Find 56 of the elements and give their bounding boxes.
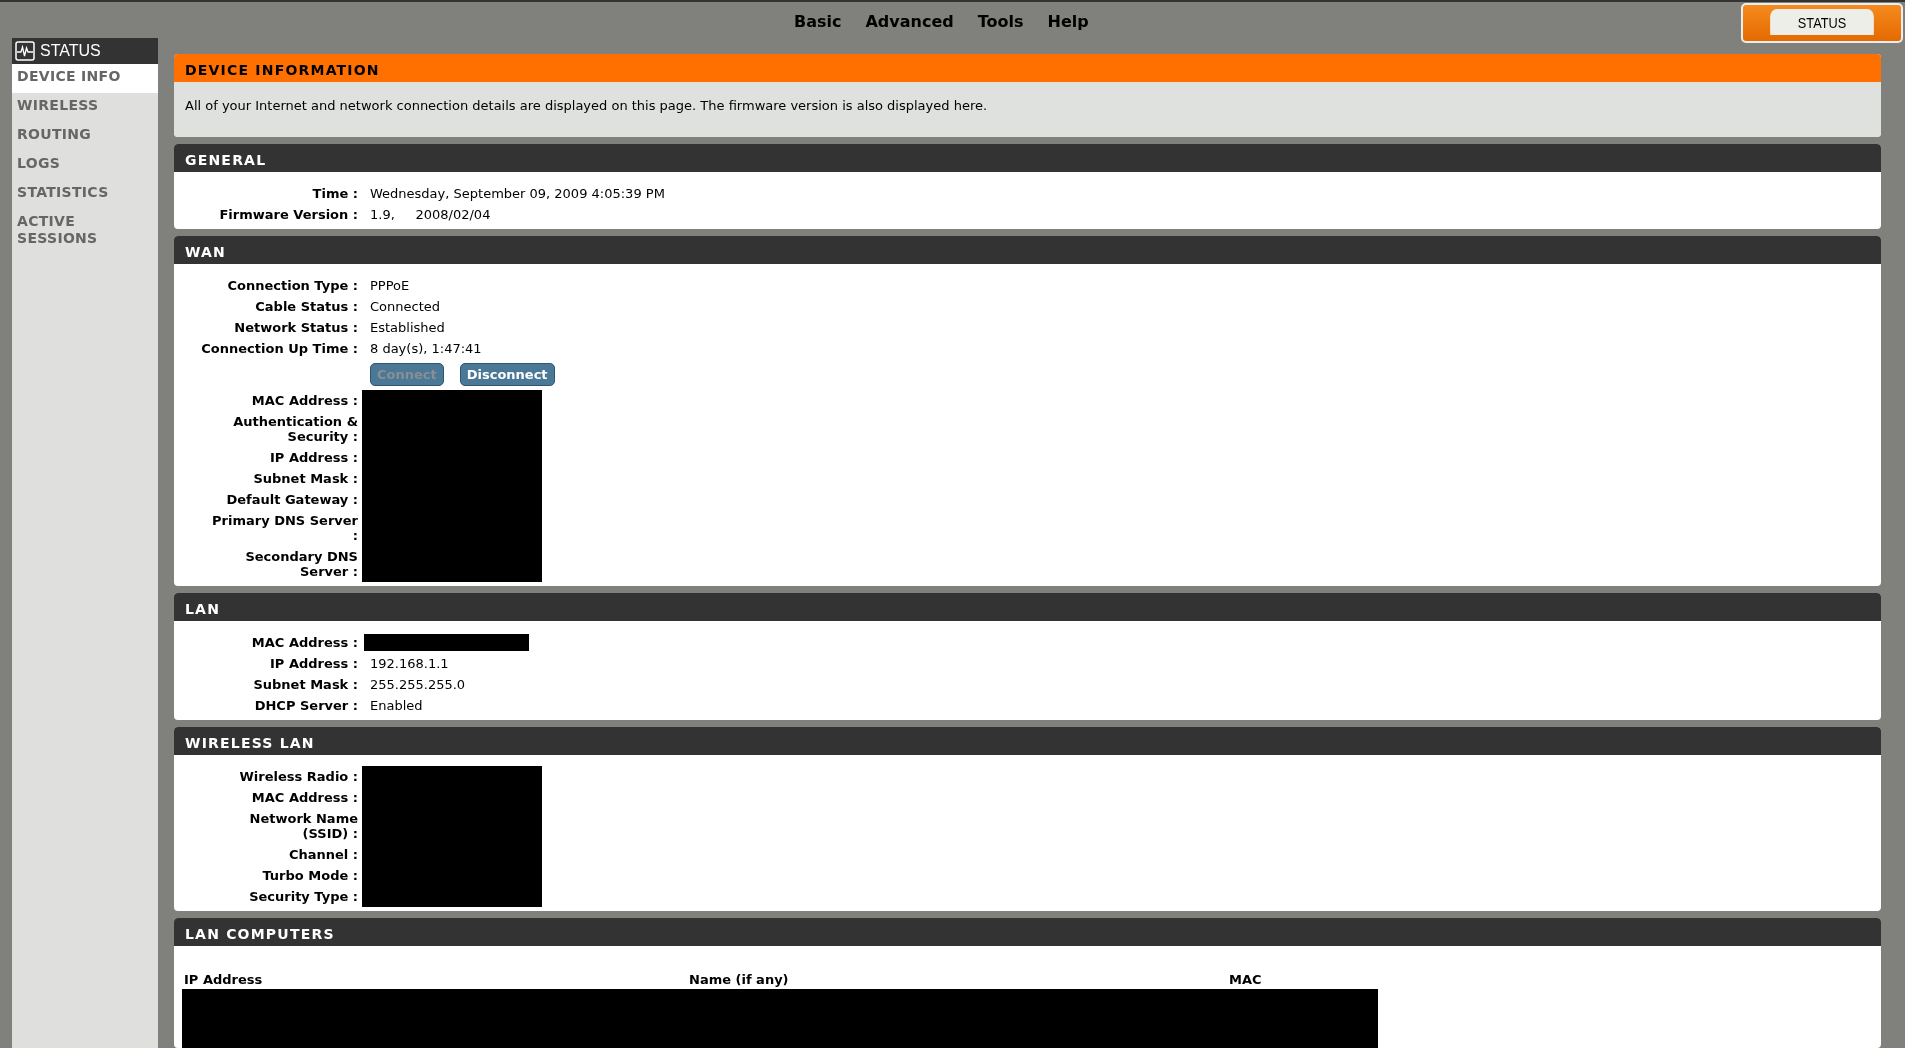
field-label: MAC Address :	[251, 788, 358, 807]
field-label: Cable Status :	[254, 297, 358, 316]
field-label: Network Status :	[233, 318, 358, 337]
column-header: Name (if any)	[689, 970, 790, 989]
field-label: Turbo Mode :	[262, 866, 358, 885]
field-label: Connection Up Time :	[200, 339, 358, 358]
sidebar-item[interactable]: STATISTICS	[12, 180, 158, 209]
field-label: Firmware Version :	[218, 205, 358, 224]
sidebar-item[interactable]: ROUTING	[12, 122, 158, 151]
section-header: WIRELESS LAN	[174, 726, 1881, 755]
status-tab[interactable]: STATUS	[1741, 3, 1903, 43]
section-header: DEVICE INFORMATION	[174, 54, 1881, 82]
section-header: LAN COMPUTERS	[174, 917, 1881, 946]
sidebar-title: STATUS	[40, 41, 101, 61]
field-label: Authentication & Security :	[232, 412, 358, 446]
field-value: 192.168.1.1	[370, 654, 450, 673]
field-label: Wireless Radio :	[239, 767, 358, 786]
field-value: Enabled	[370, 696, 424, 715]
sidebar-item[interactable]: LOGS	[12, 151, 158, 180]
field-value: Established	[370, 318, 446, 337]
field-value: Wednesday, September 09, 2009 4:05:39 PM	[370, 184, 665, 203]
field-label: Subnet Mask :	[252, 675, 358, 694]
field-label: DHCP Server :	[253, 696, 358, 715]
field-label: Connection Type :	[226, 276, 358, 295]
field-label: Secondary DNS Server :	[244, 547, 358, 581]
field-label: IP Address :	[270, 448, 358, 467]
field-label: Network Name (SSID) :	[248, 809, 358, 843]
action-button[interactable]: Disconnect	[459, 362, 555, 386]
sidebar-item[interactable]: DEVICE INFO	[12, 64, 158, 93]
field-value: 1.9, 2008/02/04	[370, 205, 492, 224]
field-label: MAC Address :	[251, 391, 358, 410]
column-header: IP Address	[184, 970, 264, 989]
sidebar-item[interactable]: WIRELESS	[12, 93, 158, 122]
column-header: MAC	[1229, 970, 1263, 989]
nav-link[interactable]: Basic	[794, 10, 842, 34]
field-label: Time :	[311, 184, 358, 203]
field-value: PPPoE	[370, 276, 411, 295]
nav-link[interactable]: Tools	[977, 10, 1024, 34]
field-value: Connected	[370, 297, 441, 316]
field-label: Channel :	[288, 845, 358, 864]
field-value: 8 day(s), 1:47:41	[370, 339, 483, 358]
sidebar-item[interactable]: ACTIVE SESSIONS	[12, 209, 158, 251]
nav-link[interactable]: Advanced	[865, 10, 954, 34]
field-label: MAC Address :	[251, 633, 358, 652]
field-label: Primary DNS Server :	[211, 511, 358, 545]
field-label: Security Type :	[249, 887, 358, 906]
section-header: GENERAL	[174, 143, 1881, 172]
description-text: All of your Internet and network connection details are displayed on this page. The firmware version is also displayed here.	[185, 97, 989, 115]
field-label: Default Gateway :	[226, 490, 358, 509]
section-header: LAN	[174, 592, 1881, 621]
pulse-icon	[15, 41, 35, 61]
nav-link[interactable]: Help	[1047, 10, 1089, 34]
field-label: Subnet Mask :	[253, 469, 358, 488]
field-value: 255.255.255.0	[370, 675, 467, 694]
field-label: IP Address :	[269, 654, 358, 673]
section-header: WAN	[174, 235, 1881, 264]
